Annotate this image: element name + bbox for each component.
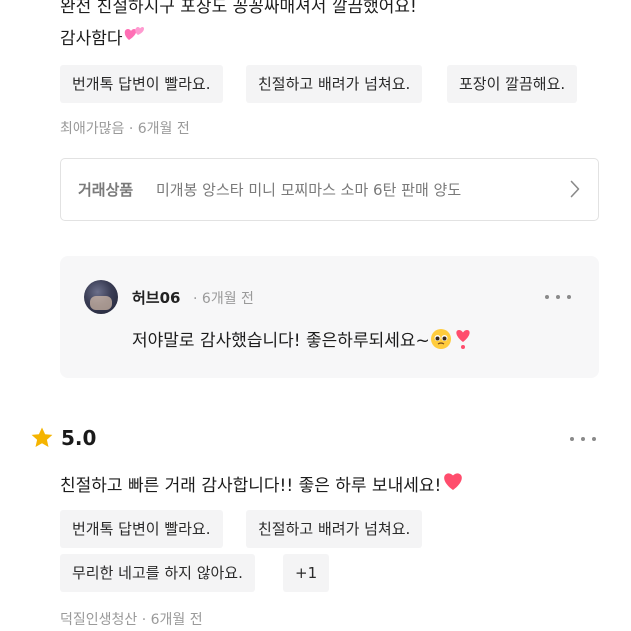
meta-separator: ·: [141, 612, 147, 628]
review2-author[interactable]: 덕질인생청산: [60, 612, 137, 628]
reply-time: 6개월 전: [201, 291, 254, 307]
review2-tag-reply-speed: 번개톡 답변이 빨라요.: [60, 510, 223, 548]
more-tags-button[interactable]: +1: [283, 554, 330, 592]
review1-meta: 최애가많음 · 6개월 전: [60, 118, 190, 138]
meta-separator: ·: [193, 291, 198, 307]
product-card[interactable]: 거래상품 미개봉 앙스타 미니 모찌마스 소마 6탄 판매 양도: [60, 158, 599, 221]
review-text-line2: 감사함다: [60, 24, 145, 54]
review-text-line1: 완전 친절하시구 포장도 꽁꽁싸매셔서 깔끔했어요!: [60, 0, 417, 17]
heart-icon: [441, 470, 465, 502]
meta-separator: ·: [128, 121, 134, 137]
product-name: 미개봉 앙스타 미니 모찌마스 소마 6탄 판매 양도: [156, 181, 462, 199]
more-horizontal-icon[interactable]: [570, 435, 600, 443]
reply-meta: · 6개월 전: [193, 288, 254, 308]
review2-tag-kindness: 친절하고 배려가 넘쳐요.: [246, 510, 423, 548]
review2-meta: 덕질인생청산 · 6개월 전: [60, 609, 203, 629]
pleading-face-icon: [430, 328, 452, 355]
review1-time: 6개월 전: [137, 121, 190, 137]
rating-value: 5.0: [61, 426, 97, 450]
chevron-right-icon: [570, 180, 580, 198]
heart-exclamation-icon: [452, 327, 474, 356]
seller-reply: 허브06 · 6개월 전 저야말로 감사했습니다! 좋은하루되세요~: [60, 256, 599, 378]
reply-author[interactable]: 허브06: [132, 287, 180, 308]
avatar[interactable]: [84, 280, 118, 314]
review-text-line2-label: 감사함다: [60, 29, 123, 49]
review2-text-label: 친절하고 빠른 거래 감사합니다!! 좋은 하루 보내세요!: [60, 476, 442, 496]
two-hearts-icon: [123, 24, 145, 54]
more-horizontal-icon[interactable]: [545, 293, 575, 301]
reply-text: 저야말로 감사했습니다! 좋은하루되세요~: [132, 326, 474, 356]
star-icon: [31, 427, 53, 447]
reply-text-label: 저야말로 감사했습니다! 좋은하루되세요~: [132, 331, 430, 351]
review1-author[interactable]: 최애가많음: [60, 121, 124, 137]
review2-text: 친절하고 빠른 거래 감사합니다!! 좋은 하루 보내세요!: [60, 470, 465, 502]
review1-tag-kindness: 친절하고 배려가 넘쳐요.: [246, 65, 423, 103]
product-label: 거래상품: [78, 181, 134, 199]
review2-tag-no-haggling: 무리한 네고를 하지 않아요.: [60, 554, 255, 592]
review2-time: 6개월 전: [150, 612, 203, 628]
review1-tag-packaging: 포장이 깔끔해요.: [447, 65, 578, 103]
review1-tag-reply-speed: 번개톡 답변이 빨라요.: [60, 65, 223, 103]
review-page: 완전 친절하시구 포장도 꽁꽁싸매셔서 깔끔했어요! 감사함다 번개톡 답변이 …: [0, 0, 631, 631]
